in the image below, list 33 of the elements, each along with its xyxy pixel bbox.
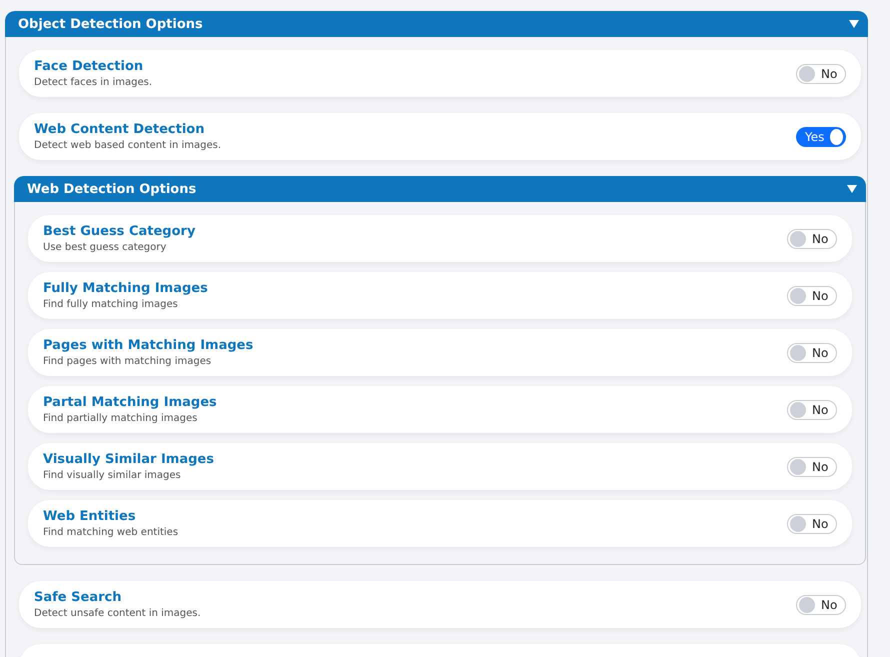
option-description: Find fully matching images bbox=[43, 299, 179, 310]
option-title: Visually Similar Images bbox=[43, 452, 214, 467]
caret-icon[interactable] bbox=[849, 19, 859, 29]
panel-header[interactable]: Web Detection Options bbox=[14, 176, 866, 202]
option-description: Find pages with matching images bbox=[43, 356, 212, 367]
toggle-switch[interactable]: No bbox=[787, 514, 837, 534]
option-title: Web Content Detection bbox=[34, 122, 206, 137]
toggle-switch[interactable]: Yes bbox=[796, 126, 846, 146]
option-title: Pages with Matching Images bbox=[43, 338, 254, 353]
panel-title: Web Detection Options bbox=[27, 182, 196, 196]
option-description: Detect unsafe content in images. bbox=[34, 608, 201, 619]
option-description: Find matching web entities bbox=[43, 527, 178, 538]
caret-icon[interactable] bbox=[847, 184, 857, 194]
toggle-switch[interactable]: No bbox=[787, 286, 837, 306]
toggle-switch[interactable]: No bbox=[796, 64, 846, 84]
option-description: Find partially matching images bbox=[43, 413, 198, 424]
option-description: Find visually similar images bbox=[43, 470, 182, 481]
option-description: Detect faces in images. bbox=[34, 77, 152, 88]
panel-header[interactable]: Object Detection Options bbox=[5, 11, 868, 37]
option-title: Face Detection bbox=[34, 59, 144, 74]
toggle-switch[interactable]: No bbox=[787, 456, 837, 476]
option-title: Fully Matching Images bbox=[43, 281, 208, 296]
option-title: Partal Matching Images bbox=[43, 395, 217, 410]
toggle-switch[interactable]: No bbox=[787, 228, 837, 248]
toggle-switch[interactable]: No bbox=[796, 594, 846, 614]
option-title: Best Guess Category bbox=[43, 224, 196, 239]
toggle-switch[interactable]: No bbox=[787, 342, 837, 362]
option-title: Web Entities bbox=[43, 509, 137, 524]
option-description: Detect web based content in images. bbox=[34, 140, 222, 151]
panel-title: Object Detection Options bbox=[18, 16, 203, 32]
option-title: Safe Search bbox=[34, 590, 122, 605]
option-description: Use best guess category bbox=[43, 242, 168, 253]
toggle-switch[interactable]: No bbox=[787, 400, 837, 420]
